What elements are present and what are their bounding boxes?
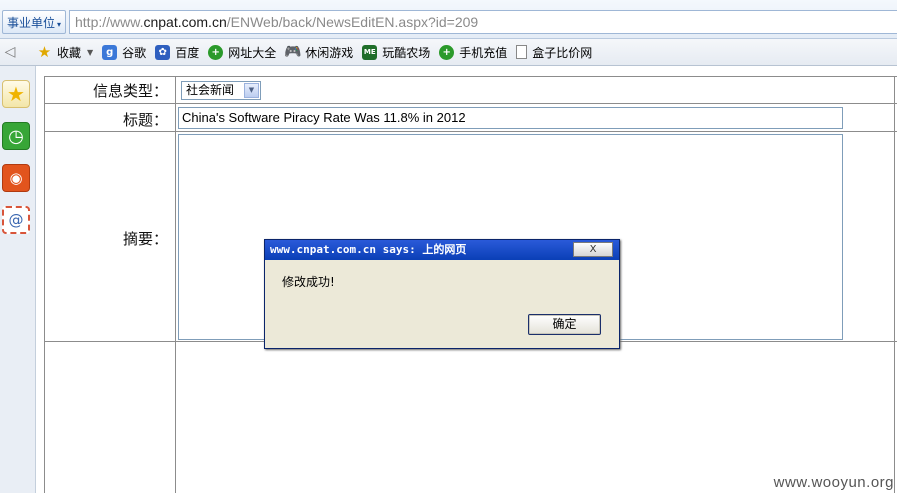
bookmark-label: 手机充值 bbox=[459, 45, 508, 60]
table-border bbox=[894, 76, 895, 493]
page-icon bbox=[516, 45, 528, 59]
table-border bbox=[44, 76, 45, 493]
url-input[interactable]: http://www.cnpat.com.cn/ENWeb/back/NewsE… bbox=[69, 10, 897, 34]
chevron-down-icon[interactable]: ▼ bbox=[244, 83, 259, 98]
google-icon: g bbox=[102, 44, 118, 60]
ok-button[interactable]: 确定 bbox=[528, 314, 601, 335]
dialog-title: www.cnpat.com.cn says: 上的网页 bbox=[270, 243, 467, 256]
chevron-down-icon: ▾ bbox=[57, 20, 62, 29]
plus-icon: + bbox=[208, 44, 224, 60]
bookmark-google[interactable]: g 谷歌 bbox=[102, 44, 146, 61]
type-select[interactable]: 社会新闻 ▼ bbox=[181, 81, 261, 100]
bookmark-label: 谷歌 bbox=[122, 45, 147, 60]
bookmarks-bar: ◁ ★ 收藏 ▼ g 谷歌 ✿ 百度 + 网址大全 🎮 休闲游戏 ME 玩酷农场… bbox=[0, 39, 897, 66]
bookmark-phone-recharge[interactable]: + 手机充值 bbox=[439, 44, 507, 61]
chevron-down-icon: ▼ bbox=[87, 47, 94, 57]
type-label: 信息类型： bbox=[92, 82, 168, 100]
bookmark-label: 休闲游戏 bbox=[305, 45, 354, 60]
dialog-message: 修改成功! bbox=[282, 275, 335, 289]
table-border bbox=[175, 76, 176, 493]
me-icon: ME bbox=[362, 44, 378, 60]
bookmark-label: 收藏 bbox=[57, 45, 82, 60]
table-border bbox=[44, 131, 897, 132]
watermark: www.wooyun.org bbox=[773, 474, 894, 491]
baidu-icon: ✿ bbox=[155, 44, 171, 60]
table-border bbox=[44, 103, 897, 104]
star-icon: ★ bbox=[37, 43, 52, 61]
history-clock-icon[interactable]: ◷ bbox=[2, 122, 30, 150]
zone-label: 事业单位 bbox=[7, 16, 56, 30]
browser-sidebar: ★ ◷ ◉ @ bbox=[0, 66, 36, 493]
bookmark-price-compare[interactable]: 盒子比价网 bbox=[516, 44, 592, 61]
url-domain: cnpat.com.cn bbox=[143, 14, 227, 30]
table-border bbox=[44, 76, 897, 77]
url-path: /ENWeb/back/NewsEditEN.aspx?id=209 bbox=[226, 14, 479, 30]
bookmark-label: 百度 bbox=[175, 45, 200, 60]
back-button[interactable]: ◁ bbox=[0, 44, 28, 60]
back-arrow-icon: ◁ bbox=[4, 44, 16, 60]
bookmark-baidu[interactable]: ✿ 百度 bbox=[155, 44, 199, 61]
alert-dialog: www.cnpat.com.cn says: 上的网页 X 修改成功! 确定 bbox=[264, 239, 620, 349]
close-icon: X bbox=[589, 244, 597, 255]
title-input[interactable]: China's Software Piracy Rate Was 11.8% i… bbox=[178, 107, 843, 129]
bookmark-label: 玩酷农场 bbox=[382, 45, 431, 60]
title-label: 标题： bbox=[122, 111, 168, 129]
gamepad-icon: 🎮 bbox=[284, 44, 302, 60]
plus-icon: + bbox=[439, 44, 455, 60]
mail-icon[interactable]: @ bbox=[2, 206, 30, 234]
bookmark-label: 盒子比价网 bbox=[532, 45, 593, 60]
dialog-title-bar: www.cnpat.com.cn says: 上的网页 X bbox=[265, 240, 619, 260]
close-button[interactable]: X bbox=[573, 242, 613, 257]
address-bar: 事业单位 ▾ http://www.cnpat.com.cn/ENWeb/back… bbox=[0, 0, 897, 39]
security-zone-button[interactable]: 事业单位 ▾ bbox=[2, 10, 66, 34]
summary-label: 摘要： bbox=[122, 230, 168, 248]
bookmark-site-directory[interactable]: + 网址大全 bbox=[208, 44, 276, 61]
url-prefix: http://www. bbox=[75, 14, 144, 30]
bookmark-label: 网址大全 bbox=[228, 45, 277, 60]
type-select-value: 社会新闻 bbox=[186, 83, 235, 97]
bookmark-farm[interactable]: ME 玩酷农场 bbox=[362, 44, 430, 61]
favorites-star-icon[interactable]: ★ bbox=[2, 80, 30, 108]
bookmark-games[interactable]: 🎮 休闲游戏 bbox=[284, 44, 354, 61]
weibo-icon[interactable]: ◉ bbox=[2, 164, 30, 192]
bookmark-favorites[interactable]: ★ 收藏 ▼ bbox=[37, 43, 94, 61]
